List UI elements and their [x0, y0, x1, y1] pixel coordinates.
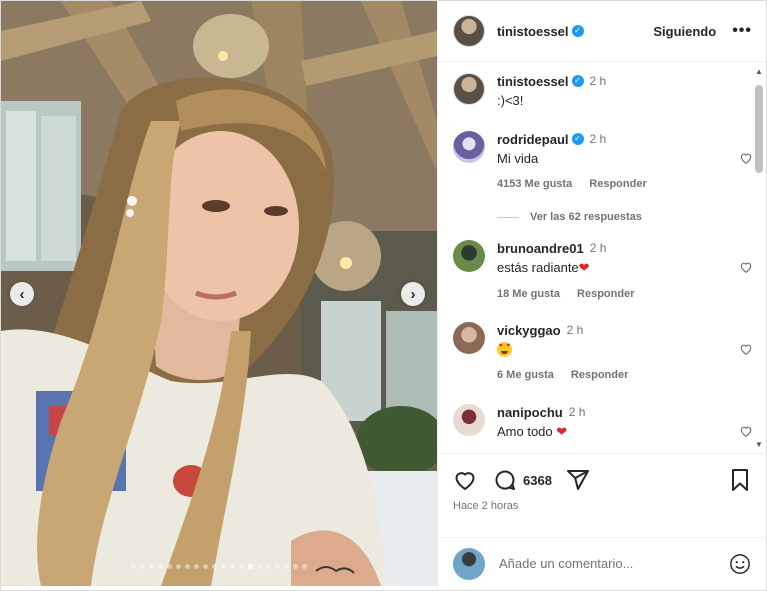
- like-heart-icon[interactable]: [453, 468, 477, 492]
- caption-text: :)<3!: [497, 93, 524, 108]
- scrollbar-thumb[interactable]: [755, 85, 763, 173]
- comment-time[interactable]: 2 h: [569, 405, 586, 419]
- scroll-down-arrow-icon[interactable]: ▼: [755, 440, 763, 449]
- comment-item: vickyggao 2 h 6 Me gusta Responder: [453, 322, 753, 381]
- view-replies-label: Ver las 62 respuestas: [530, 211, 642, 223]
- carousel-dot: [275, 564, 280, 569]
- comment-count: 6368: [523, 472, 552, 488]
- comment-likes[interactable]: 6 Me gusta: [497, 369, 554, 381]
- comment-username[interactable]: rodridepaul: [497, 132, 569, 147]
- avatar[interactable]: [453, 404, 485, 436]
- post-header: tinistoessel ✓ Siguiendo •••: [438, 1, 766, 62]
- photo-illustration: [1, 1, 437, 586]
- chevron-right-icon: ›: [410, 285, 416, 303]
- reply-button[interactable]: Responder: [571, 369, 628, 381]
- carousel-dot: [194, 564, 199, 569]
- carousel-dot: [266, 564, 271, 569]
- post-dialog: ‹ › tinistoessel ✓ Siguiendo ••• tinisto…: [0, 0, 767, 591]
- previous-photo-button[interactable]: ‹: [10, 282, 34, 306]
- carousel-dot: [284, 564, 289, 569]
- carousel-dot: [302, 564, 307, 569]
- carousel-dot: [212, 564, 217, 569]
- carousel-indicator: [1, 564, 437, 569]
- replies-divider: [497, 216, 519, 218]
- post-actions: 6368 Hace 2 horas Añade un comentario...: [438, 453, 767, 591]
- scroll-up-arrow-icon[interactable]: ▲: [755, 67, 763, 76]
- comment-text: Amo todo ❤: [497, 424, 753, 440]
- emoji-picker-icon[interactable]: [729, 553, 751, 575]
- post-photo[interactable]: ‹ ›: [1, 1, 437, 586]
- verified-badge-icon: ✓: [571, 133, 584, 145]
- comment-likes[interactable]: 4153 Me gusta: [497, 178, 572, 190]
- red-heart-emoji-icon: ❤: [578, 260, 590, 275]
- comment-username[interactable]: vickyggao: [497, 323, 561, 338]
- comment-username[interactable]: brunoandre01: [497, 241, 584, 256]
- comments-list: tinistoessel ✓ 2 h :)<3! rodridepaul ✓ 2…: [438, 63, 758, 453]
- comment-icon[interactable]: [493, 468, 517, 492]
- carousel-dot: [248, 564, 253, 569]
- avatar[interactable]: [453, 73, 485, 105]
- reply-button[interactable]: Responder: [577, 288, 634, 300]
- heart-eyes-face-icon: [497, 342, 512, 357]
- carousel-dot: [185, 564, 190, 569]
- comment-time[interactable]: 2 h: [590, 132, 607, 146]
- more-options-icon[interactable]: •••: [732, 22, 752, 40]
- comment-item: nanipochu 2 h Amo todo ❤: [453, 404, 753, 440]
- comment-text: estás radiante❤: [497, 260, 753, 276]
- carousel-dot: [149, 564, 154, 569]
- next-photo-button[interactable]: ›: [401, 282, 425, 306]
- post-time[interactable]: Hace 2 horas: [453, 500, 518, 512]
- comment-likes[interactable]: 18 Me gusta: [497, 288, 560, 300]
- reply-button[interactable]: Responder: [589, 178, 646, 190]
- carousel-dot: [203, 564, 208, 569]
- carousel-dot: [230, 564, 235, 569]
- avatar[interactable]: [453, 322, 485, 354]
- comments-scrollbar[interactable]: ▲ ▼: [751, 63, 767, 453]
- chevron-left-icon: ‹: [19, 285, 25, 303]
- carousel-dot: [140, 564, 145, 569]
- view-replies-link[interactable]: Ver las 62 respuestas: [497, 211, 642, 223]
- verified-badge-icon: ✓: [571, 75, 584, 87]
- comment-username[interactable]: nanipochu: [497, 405, 563, 420]
- comment-time[interactable]: 2 h: [590, 241, 607, 255]
- comment-text: [497, 342, 753, 357]
- author-username[interactable]: tinistoessel: [497, 24, 569, 39]
- carousel-dot: [131, 564, 136, 569]
- following-button[interactable]: Siguiendo: [653, 24, 716, 39]
- post-side-panel: tinistoessel ✓ Siguiendo ••• tinistoesse…: [437, 1, 767, 591]
- red-heart-emoji-icon: ❤: [556, 424, 568, 439]
- bookmark-icon[interactable]: [729, 468, 751, 492]
- comment-time[interactable]: 2 h: [567, 323, 584, 337]
- share-icon[interactable]: [566, 468, 590, 492]
- avatar[interactable]: [453, 15, 485, 47]
- comment-item: brunoandre01 2 h estás radiante❤ 18 Me g…: [453, 240, 753, 300]
- verified-badge-icon: ✓: [571, 25, 584, 37]
- carousel-dot: [239, 564, 244, 569]
- comment-text: Mi vida: [497, 151, 539, 166]
- comment-text-content: Amo todo: [497, 424, 553, 439]
- avatar: [453, 547, 485, 580]
- comment-text-content: estás radiante: [497, 260, 579, 275]
- carousel-dot: [176, 564, 181, 569]
- avatar[interactable]: [453, 240, 485, 272]
- caption-time[interactable]: 2 h: [590, 74, 607, 88]
- carousel-dot: [293, 564, 298, 569]
- add-comment-bar: Añade un comentario...: [438, 537, 767, 589]
- comment-item: rodridepaul ✓ 2 h Mi vida 4153 Me gusta …: [453, 131, 753, 190]
- carousel-dot: [158, 564, 163, 569]
- caption-username[interactable]: tinistoessel: [497, 74, 569, 89]
- carousel-dot: [257, 564, 262, 569]
- comment-input[interactable]: Añade un comentario...: [499, 556, 729, 571]
- carousel-dot: [167, 564, 172, 569]
- carousel-dot: [221, 564, 226, 569]
- avatar[interactable]: [453, 131, 485, 163]
- caption: tinistoessel ✓ 2 h :)<3!: [453, 73, 753, 108]
